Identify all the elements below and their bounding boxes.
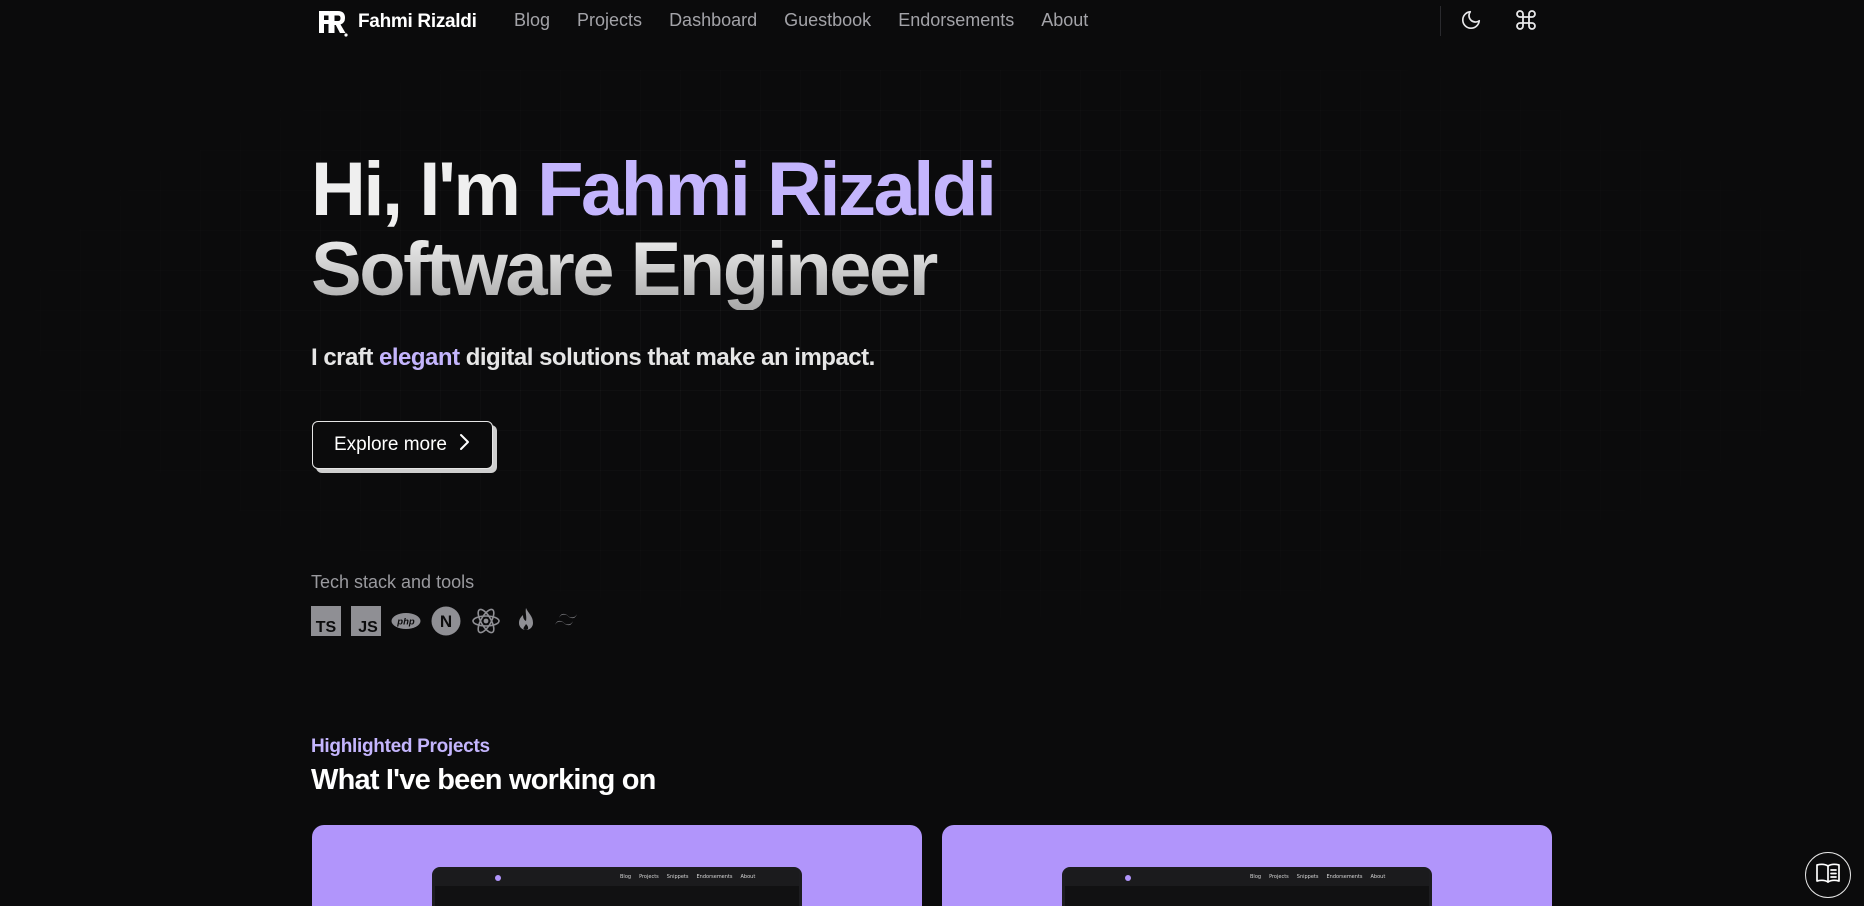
preview-nav-link: About [1370, 874, 1386, 880]
react-icon [471, 606, 501, 636]
typescript-icon: TS [311, 606, 341, 636]
hero-role: Software Engineer [311, 230, 994, 310]
preview-nav-link: About [740, 874, 756, 880]
project-preview-image: Blog Projects Snippets Endorsements Abou… [1062, 867, 1432, 906]
hero-name: Fahmi Rizaldi [537, 147, 997, 232]
nav-link-endorsements[interactable]: Endorsements [898, 10, 1014, 30]
nav-link-about[interactable]: About [1041, 10, 1088, 30]
hero-greeting-line: Hi, I'm Fahmi Rizaldi [311, 147, 997, 232]
explore-more-button[interactable]: Explore more [312, 421, 493, 469]
nav-item-endorsements: Endorsements [898, 10, 1014, 31]
tagline-accent: elegant [379, 344, 460, 371]
brand-name: Fahmi Rizaldi [358, 11, 477, 32]
projects-title: What I've been working on [311, 764, 656, 796]
hero-tagline: I craft elegant digital solutions that m… [311, 344, 875, 372]
preview-nav-links: Blog Projects Snippets Endorsements Abou… [620, 874, 755, 880]
tailwind-icon [551, 606, 581, 636]
preview-logo-icon [495, 875, 501, 881]
preview-navbar: Blog Projects Snippets Endorsements Abou… [1065, 870, 1429, 886]
nav-item-blog: Blog [514, 10, 550, 31]
nav-links: Blog Projects Dashboard Guestbook Endors… [514, 10, 1088, 31]
reader-mode-button[interactable] [1805, 852, 1851, 898]
nav-item-about: About [1041, 10, 1088, 31]
typescript-text: TS [316, 619, 337, 636]
brand-link[interactable]: Fahmi Rizaldi [316, 6, 477, 38]
preview-nav-link: Endorsements [1326, 874, 1363, 880]
command-icon [1514, 8, 1538, 36]
theme-toggle-button[interactable] [1457, 8, 1485, 36]
preview-logo-icon [1125, 875, 1131, 881]
php-text: php [396, 617, 415, 628]
nav-link-blog[interactable]: Blog [514, 10, 550, 30]
nextjs-icon: N [431, 606, 461, 636]
nav-link-guestbook[interactable]: Guestbook [784, 10, 871, 30]
nav-item-guestbook: Guestbook [784, 10, 871, 31]
nav-item-dashboard: Dashboard [669, 10, 757, 31]
preview-nav-link: Projects [1269, 874, 1289, 880]
preview-nav-link: Snippets [1296, 874, 1319, 880]
page: Fahmi Rizaldi Blog Projects Dashboard Gu… [0, 0, 1864, 906]
tech-stack-icons: TS JS php N [311, 606, 581, 636]
hero-title: Hi, I'm Fahmi Rizaldi Software Engineer [311, 147, 997, 310]
hero-greeting: Hi, I'm [311, 147, 538, 232]
nav-link-projects[interactable]: Projects [577, 10, 642, 30]
preview-nav-link: Blog [620, 874, 632, 880]
tagline-after: digital solutions that make an impact. [459, 344, 876, 371]
project-card[interactable]: Blog Projects Snippets Endorsements Abou… [312, 825, 922, 906]
nav-item-projects: Projects [577, 10, 642, 31]
preview-nav-link: Projects [639, 874, 659, 880]
command-palette-button[interactable] [1512, 8, 1540, 36]
nav-link-dashboard[interactable]: Dashboard [669, 10, 757, 30]
preview-nav-link: Blog [1250, 874, 1262, 880]
navbar: Fahmi Rizaldi Blog Projects Dashboard Gu… [0, 0, 1864, 44]
nav-divider [1440, 6, 1441, 36]
project-card[interactable]: Blog Projects Snippets Endorsements Abou… [942, 825, 1552, 906]
brand-logo-icon [316, 7, 348, 37]
preview-nav-links: Blog Projects Snippets Endorsements Abou… [1250, 874, 1385, 880]
preview-nav-link: Snippets [666, 874, 689, 880]
javascript-icon: JS [351, 606, 381, 636]
projects-kicker: Highlighted Projects [311, 736, 490, 757]
tagline-before: I craft [311, 344, 380, 371]
explore-more-label: Explore more [334, 434, 447, 455]
chevron-right-icon [457, 433, 471, 457]
moon-icon [1460, 9, 1482, 35]
preview-navbar: Blog Projects Snippets Endorsements Abou… [435, 870, 799, 886]
php-icon: php [391, 606, 421, 636]
preview-nav-link: Endorsements [696, 874, 733, 880]
firebase-icon [511, 606, 541, 636]
nextjs-text: N [440, 612, 452, 631]
tech-stack-label: Tech stack and tools [311, 572, 475, 592]
project-preview-image: Blog Projects Snippets Endorsements Abou… [432, 867, 802, 906]
javascript-text: JS [358, 619, 378, 636]
book-open-icon [1815, 862, 1841, 888]
